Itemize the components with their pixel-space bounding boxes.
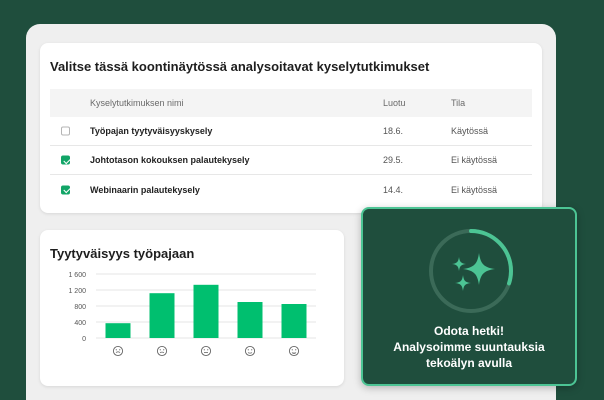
sparkles-icon (452, 253, 495, 291)
survey-name: Työpajan tyytyväisyyskysely (90, 126, 213, 136)
survey-status: Käytössä (451, 126, 489, 136)
row-checkbox[interactable] (61, 185, 70, 194)
analysis-progress-ring (429, 229, 513, 313)
survey-created: 14.4. (383, 184, 404, 195)
overlay-line-2: Analysoimme suuntauksia (393, 340, 545, 354)
dissatisfied-face-icon (156, 345, 168, 357)
bar (281, 304, 307, 338)
y-tick-label: 400 (74, 320, 86, 327)
y-tick-label: 1 200 (68, 288, 86, 295)
survey-selector-card: Valitse tässä koontinäytössä analysoitav… (40, 43, 542, 213)
satisfied-face-icon (244, 345, 256, 357)
very-dissatisfied-face-icon (112, 345, 124, 357)
survey-selector-title: Valitse tässä koontinäytössä analysoitav… (50, 59, 430, 74)
column-header-status[interactable]: Tila (451, 98, 465, 108)
y-tick-label: 1 600 (68, 272, 86, 279)
satisfaction-bar-chart: 1 600 1 200 800 400 0 (68, 272, 316, 357)
column-header-name[interactable]: Kyselytutkimuksen nimi (90, 98, 184, 108)
row-checkbox[interactable] (61, 126, 70, 136)
row-checkbox-cell[interactable] (61, 155, 70, 165)
chart-title: Tyytyväisyys työpajaan (50, 246, 195, 261)
table-row[interactable]: Johtotason kokouksen palautekysely 29.5.… (50, 146, 532, 175)
neutral-face-icon (200, 345, 212, 357)
row-checkbox-cell[interactable] (61, 185, 70, 194)
overlay-message: Odota hetki! Analysoimme suuntauksia tek… (363, 323, 575, 371)
bar (193, 284, 219, 338)
ai-analysis-overlay: Odota hetki! Analysoimme suuntauksia tek… (361, 207, 577, 386)
bar (105, 323, 131, 338)
bar (237, 302, 263, 338)
very-satisfied-face-icon (288, 345, 300, 357)
y-tick-label: 0 (82, 336, 86, 343)
survey-table: Kyselytutkimuksen nimi Luotu Tila Työpaj… (50, 89, 532, 204)
overlay-line-1: Odota hetki! (433, 324, 504, 338)
survey-status: Ei käytössä (451, 155, 498, 165)
row-checkbox[interactable] (61, 155, 70, 165)
overlay-line-3: tekoälyn avulla (425, 356, 513, 370)
table-row[interactable]: Työpajan tyytyväisyyskysely 18.6. Käytös… (50, 117, 532, 146)
satisfaction-chart-card: Tyytyväisyys työpajaan 1 600 1 200 800 400 0 (40, 230, 344, 386)
survey-name: Webinaarin palautekysely (90, 184, 200, 195)
survey-name: Johtotason kokouksen palautekysely (90, 155, 250, 165)
y-tick-label: 800 (74, 304, 86, 311)
column-header-created[interactable]: Luotu (383, 98, 406, 108)
bar (149, 293, 175, 338)
survey-created: 29.5. (383, 155, 404, 165)
survey-created: 18.6. (383, 126, 404, 136)
survey-status: Ei käytössä (451, 184, 498, 195)
row-checkbox-cell[interactable] (61, 126, 70, 136)
table-row[interactable]: Webinaarin palautekysely 14.4. Ei käytös… (50, 175, 532, 204)
table-header: Kyselytutkimuksen nimi Luotu Tila (50, 89, 532, 117)
